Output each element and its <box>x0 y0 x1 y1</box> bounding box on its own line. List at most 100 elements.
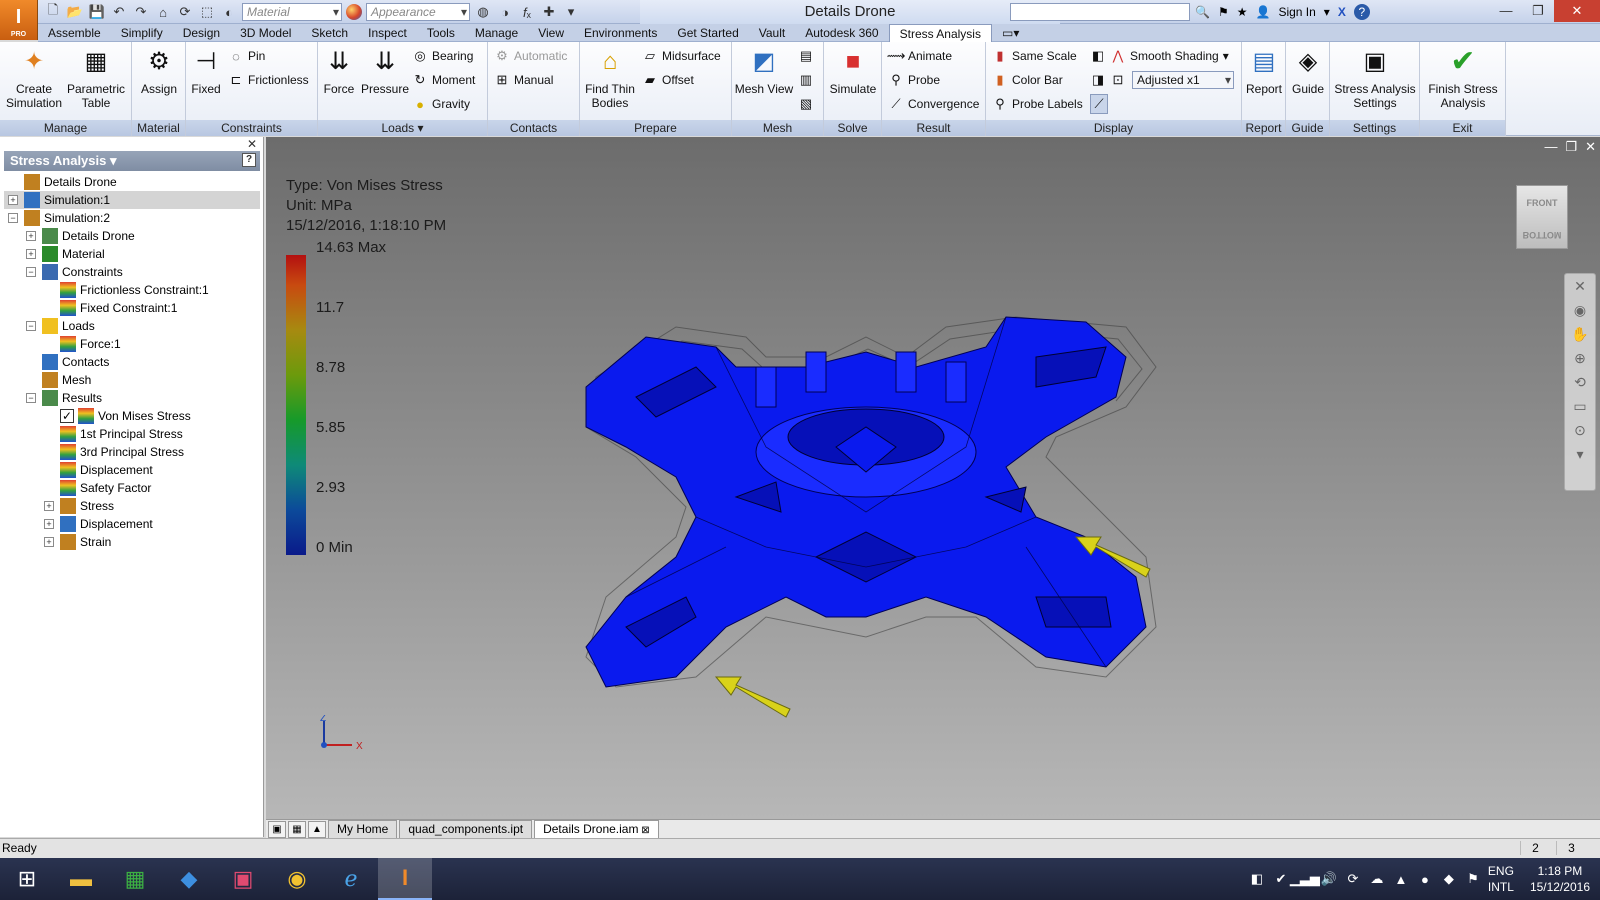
tree-node[interactable]: Details Drone <box>4 173 260 191</box>
sign-in-link[interactable]: Sign In <box>1278 5 1315 19</box>
pin-button[interactable]: ◌ Pin <box>228 46 265 66</box>
ribbon-tab[interactable]: Simplify <box>111 24 173 42</box>
home-icon[interactable]: ⌂ <box>154 3 172 21</box>
local-mesh-icon[interactable]: ▥ <box>798 70 814 90</box>
expander-icon[interactable]: − <box>26 267 36 277</box>
expander-icon[interactable]: + <box>8 195 18 205</box>
close-icon[interactable]: ✕ <box>1554 0 1600 22</box>
tree-node[interactable]: Force:1 <box>4 335 260 353</box>
tree-node[interactable]: − Simulation:2 <box>4 209 260 227</box>
ribbon-tab[interactable]: Autodesk 360 <box>795 24 888 42</box>
ribbon-tab[interactable]: Vault <box>749 24 795 42</box>
undo-icon[interactable]: ↶ <box>110 3 128 21</box>
application-menu-button[interactable]: I PRO <box>0 0 38 40</box>
help-icon[interactable]: ? <box>242 153 256 167</box>
tree-node[interactable]: Safety Factor <box>4 479 260 497</box>
clock[interactable]: 1:18 PM 15/12/2016 <box>1520 863 1600 895</box>
gravity-button[interactable]: ● Gravity <box>412 94 470 114</box>
customize-icon[interactable]: ▾ <box>1565 442 1595 466</box>
tree-node[interactable]: + Details Drone <box>4 227 260 245</box>
inventor-taskbar-icon[interactable]: I <box>378 858 432 900</box>
midsurface-button[interactable]: ▱ Midsurface <box>642 46 721 66</box>
ribbon-tab[interactable]: Tools <box>417 24 465 42</box>
ribbon-tab[interactable]: Inspect <box>358 24 417 42</box>
loads-panel-title[interactable]: Loads ▾ <box>318 120 487 136</box>
bearing-button[interactable]: ◎ Bearing <box>412 46 473 66</box>
parameters-icon[interactable]: fₓ <box>518 3 536 21</box>
tree-node[interactable]: + Strain <box>4 533 260 551</box>
internet-explorer-icon[interactable]: ℯ <box>324 858 378 900</box>
exchange-icon[interactable]: X <box>1338 5 1346 19</box>
ribbon-tab[interactable]: 3D Model <box>230 24 301 42</box>
tree-node[interactable]: − Loads <box>4 317 260 335</box>
tree-node[interactable]: 3rd Principal Stress <box>4 443 260 461</box>
ribbon-tab[interactable]: Stress Analysis <box>888 23 992 42</box>
file-explorer-icon[interactable]: ▬ <box>54 858 108 900</box>
zoom-icon[interactable]: ⊕ <box>1565 346 1595 370</box>
search-icon[interactable]: 🔍 <box>1195 5 1210 19</box>
ribbon-tab[interactable]: Assemble <box>38 24 111 42</box>
settings-button[interactable]: ▣ Stress Analysis Settings <box>1332 46 1418 111</box>
tree-node[interactable]: Displacement <box>4 461 260 479</box>
no-shading-icon[interactable]: ◧ <box>1090 46 1106 66</box>
ribbon-tab[interactable]: Design <box>173 24 230 42</box>
force-button[interactable]: ⇊ Force <box>320 46 358 97</box>
new-icon[interactable]: 🗋 <box>44 2 62 21</box>
fixed-button[interactable]: ⊣ Fixed <box>188 46 224 97</box>
convergence-button[interactable]: ⟋ Convergence <box>888 94 979 114</box>
ribbon-options-icon[interactable]: ▭▾ <box>992 24 1029 42</box>
close-icon[interactable]: ✕ <box>1565 274 1595 298</box>
manual-button[interactable]: ⊞ Manual <box>494 70 554 90</box>
notification-icon[interactable]: ◧ <box>1248 870 1266 888</box>
frictionless-button[interactable]: ⊏ Frictionless <box>228 70 309 90</box>
ribbon-tab[interactable]: View <box>528 24 574 42</box>
expander-icon[interactable]: + <box>44 519 54 529</box>
automatic-button[interactable]: ⚙ Automatic <box>494 46 567 66</box>
graphics-viewport[interactable]: — ❐ ✕ Type: Von Mises Stress Unit: MPa 1… <box>266 137 1600 819</box>
paint-app-icon[interactable]: ▣ <box>216 858 270 900</box>
probe-labels-button[interactable]: ⚲ Probe Labels <box>992 94 1082 114</box>
pan-icon[interactable]: ✋ <box>1565 322 1595 346</box>
expander-icon[interactable]: + <box>26 231 36 241</box>
ribbon-tab[interactable]: Manage <box>465 24 528 42</box>
minimize-icon[interactable]: — <box>1544 139 1557 155</box>
expander-icon[interactable]: − <box>26 321 36 331</box>
select-icon[interactable]: ⬚ <box>198 3 216 21</box>
probe-button[interactable]: ⚲ Probe <box>888 70 940 90</box>
windows-start-icon[interactable]: ⊞ <box>0 858 54 900</box>
offset-button[interactable]: ▰ Offset <box>642 70 694 90</box>
measure-icon[interactable]: ✚ <box>540 3 558 21</box>
network-icon[interactable]: ▁▃▅ <box>1290 870 1320 888</box>
convergence-settings-icon[interactable]: ▧ <box>798 94 814 114</box>
expander-icon[interactable]: − <box>8 213 18 223</box>
report-button[interactable]: ▤ Report <box>1242 46 1286 97</box>
app-tray-icon[interactable]: ◆ <box>1440 870 1458 888</box>
tree-node[interactable]: 1st Principal Stress <box>4 425 260 443</box>
finish-button[interactable]: ✔ Finish Stress Analysis <box>1422 46 1504 111</box>
restore-icon[interactable]: ❐ <box>1522 0 1554 22</box>
tree-node[interactable]: Fixed Constraint:1 <box>4 299 260 317</box>
autodesk-icon[interactable]: ▲ <box>1392 870 1410 888</box>
mesh-view-button[interactable]: ◩ Mesh View <box>734 46 794 97</box>
moment-button[interactable]: ↻ Moment <box>412 70 476 90</box>
boundary-icon[interactable]: ◨ <box>1090 70 1106 90</box>
tree-node[interactable]: Frictionless Constraint:1 <box>4 281 260 299</box>
visibility-checkbox[interactable]: ✓ <box>60 409 74 423</box>
adjusted-scale-select[interactable]: Adjusted x1 <box>1132 71 1234 89</box>
cascade-icon[interactable]: ▣ <box>268 820 286 838</box>
tree-node[interactable]: − Constraints <box>4 263 260 281</box>
search-input[interactable] <box>1010 3 1190 21</box>
ribbon-tab[interactable]: Environments <box>574 24 667 42</box>
find-thin-bodies-button[interactable]: ⌂ Find Thin Bodies <box>582 46 638 111</box>
action-center-icon[interactable]: ⚑ <box>1464 870 1482 888</box>
pressure-button[interactable]: ⇊ Pressure <box>360 46 410 97</box>
animate-button[interactable]: ⟿ Animate <box>887 46 952 66</box>
redo-icon[interactable]: ↷ <box>132 3 150 21</box>
browser-header[interactable]: Stress Analysis ▾? <box>4 151 260 171</box>
mesh-settings-icon[interactable]: ▤ <box>798 46 814 66</box>
customize-icon[interactable]: ▾ <box>562 3 580 21</box>
expander-icon[interactable]: − <box>26 393 36 403</box>
ribbon-tab[interactable]: Get Started <box>667 24 748 42</box>
save-icon[interactable]: 💾 <box>88 3 106 21</box>
appearance-combo[interactable]: Appearance <box>366 3 470 21</box>
